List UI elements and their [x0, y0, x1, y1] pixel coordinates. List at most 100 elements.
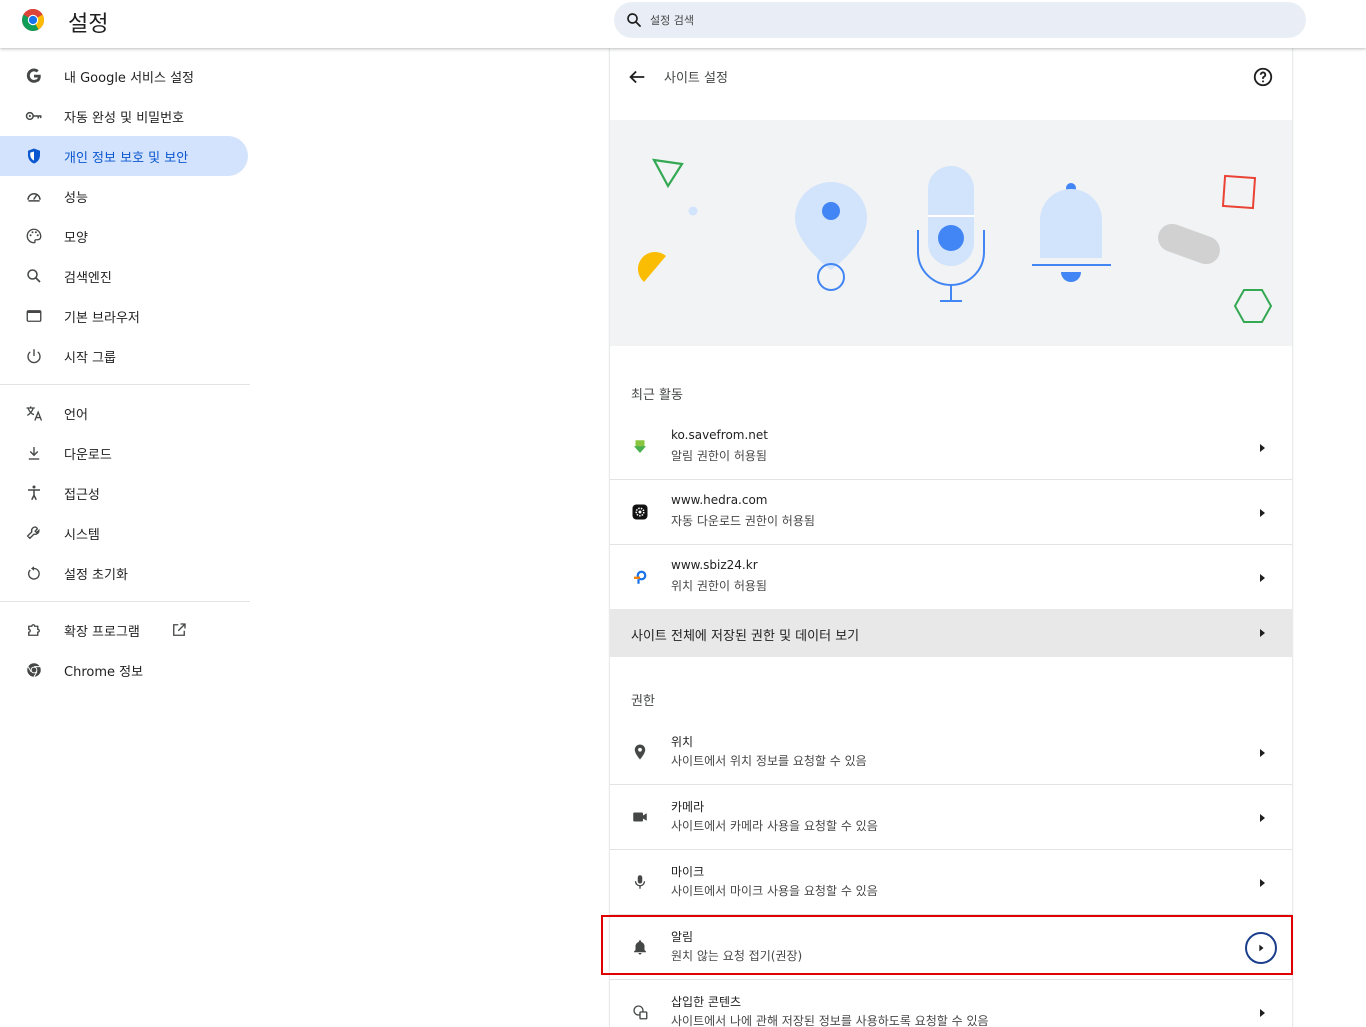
top-bar: 설정 — [0, 0, 1366, 48]
site-settings-card: 사이트 설정 최근 활동 ko.savefrom.net 알림 권한이 허용됨 … — [610, 48, 1292, 1027]
sidebar-nav: 내 Google 서비스 설정 자동 완성 및 비밀번호 개인 정보 보호 및 … — [0, 56, 256, 690]
sidebar-item-languages[interactable]: 언어 — [0, 393, 248, 433]
notifications-open-button[interactable] — [1245, 932, 1277, 964]
permission-name: 카메라 — [671, 800, 705, 814]
permission-row-microphone[interactable]: 마이크 사이트에서 마이크 사용을 요청할 수 있음 — [610, 850, 1292, 915]
open-in-new-icon — [173, 623, 186, 636]
hedra-favicon-icon — [630, 502, 650, 522]
wrench-icon — [24, 523, 44, 543]
arrow-right-icon — [1260, 444, 1265, 452]
sidebar-divider — [0, 384, 250, 385]
sbiz24-favicon-icon — [630, 567, 650, 587]
chrome-logo-icon — [22, 9, 44, 31]
sidebar-item-label: 언어 — [64, 407, 88, 423]
sidebar-item-label: 검색엔진 — [64, 270, 112, 286]
illustration-graphic — [637, 158, 1273, 323]
arrow-right-icon — [1260, 574, 1265, 582]
permission-row-notifications[interactable]: 알림 원치 않는 요청 접기(권장) — [610, 915, 1292, 980]
sidebar-item-performance[interactable]: 성능 — [0, 176, 248, 216]
help-icon[interactable] — [1252, 66, 1274, 88]
sidebar-item-on-startup[interactable]: 시작 그룹 — [0, 336, 248, 376]
puzzle-icon — [24, 620, 44, 640]
recent-site-row[interactable]: ko.savefrom.net 알림 권한이 허용됨 — [610, 415, 1292, 480]
arrow-right-icon — [1260, 509, 1265, 517]
view-all-site-data-button[interactable]: 사이트 전체에 저장된 권한 및 데이터 보기 — [610, 609, 1292, 657]
embedded-content-icon — [630, 1002, 650, 1022]
savefrom-favicon-icon — [630, 437, 650, 457]
chrome-icon — [24, 660, 44, 680]
permission-row-camera[interactable]: 카메라 사이트에서 카메라 사용을 요청할 수 있음 — [610, 785, 1292, 850]
palette-icon — [24, 226, 44, 246]
sidebar-item-about-chrome[interactable]: Chrome 정보 — [0, 650, 248, 690]
sidebar-item-label: 내 Google 서비스 설정 — [64, 70, 194, 86]
back-arrow-icon[interactable] — [626, 66, 648, 88]
reset-icon — [24, 563, 44, 583]
sidebar-item-label: 시스템 — [64, 527, 100, 543]
app-title: 설정 — [68, 12, 109, 37]
sidebar-item-search-engine[interactable]: 검색엔진 — [0, 256, 248, 296]
sidebar-item-label: 기본 브라우저 — [64, 310, 140, 326]
key-icon — [24, 106, 44, 126]
sidebar-item-label: 모양 — [64, 230, 88, 246]
arrow-right-icon — [1260, 1009, 1265, 1017]
settings-search[interactable] — [614, 2, 1306, 38]
sidebar-item-label: 확장 프로그램 — [64, 624, 140, 640]
recent-site-name: www.hedra.com — [671, 493, 768, 507]
permission-detail: 사이트에서 카메라 사용을 요청할 수 있음 — [671, 819, 878, 833]
sidebar-item-reset-settings[interactable]: 설정 초기화 — [0, 553, 248, 593]
sidebar-item-privacy-security[interactable]: 개인 정보 보호 및 보안 — [0, 136, 248, 176]
search-input[interactable] — [648, 10, 1248, 30]
permissions-heading: 권한 — [631, 694, 655, 709]
sidebar-item-label: Chrome 정보 — [64, 664, 144, 680]
sidebar-item-label: 접근성 — [64, 487, 100, 503]
recent-site-detail: 알림 권한이 허용됨 — [671, 449, 767, 463]
sidebar-item-google-services[interactable]: 내 Google 서비스 설정 — [0, 56, 248, 96]
shield-icon — [24, 146, 44, 166]
arrow-right-icon — [1260, 629, 1265, 637]
bell-icon — [630, 937, 650, 957]
sidebar-item-accessibility[interactable]: 접근성 — [0, 473, 248, 513]
sidebar-item-autofill[interactable]: 자동 완성 및 비밀번호 — [0, 96, 248, 136]
recent-site-row[interactable]: www.hedra.com 자동 다운로드 권한이 허용됨 — [610, 480, 1292, 545]
recent-site-name: ko.savefrom.net — [671, 428, 768, 442]
sidebar-item-default-browser[interactable]: 기본 브라우저 — [0, 296, 248, 336]
recent-site-name: www.sbiz24.kr — [671, 558, 758, 572]
permission-name: 알림 — [671, 930, 694, 944]
permission-row-embedded-content[interactable]: 삽입한 콘텐츠 사이트에서 나에 관해 저장된 정보를 사용하도록 요청할 수 … — [610, 980, 1292, 1027]
google-g-icon — [24, 66, 44, 86]
permission-detail: 원치 않는 요청 접기(권장) — [671, 949, 803, 963]
download-icon — [24, 443, 44, 463]
sidebar-item-label: 개인 정보 보호 및 보안 — [64, 150, 189, 166]
permission-detail: 사이트에서 위치 정보를 요청할 수 있음 — [671, 754, 867, 768]
sidebar-item-system[interactable]: 시스템 — [0, 513, 248, 553]
speedometer-icon — [24, 186, 44, 206]
recent-activity-heading: 최근 활동 — [631, 388, 683, 403]
permission-name: 위치 — [671, 735, 694, 749]
sidebar-item-label: 설정 초기화 — [64, 567, 128, 583]
accessibility-icon — [24, 483, 44, 503]
power-icon — [24, 346, 44, 366]
search-icon — [24, 266, 44, 286]
permission-name: 삽입한 콘텐츠 — [671, 995, 742, 1009]
sidebar-divider — [0, 601, 250, 602]
view-all-site-data-label: 사이트 전체에 저장된 권한 및 데이터 보기 — [631, 629, 860, 644]
search-icon — [627, 13, 641, 27]
page-title: 사이트 설정 — [664, 71, 728, 86]
sidebar-item-downloads[interactable]: 다운로드 — [0, 433, 248, 473]
sidebar-item-label: 자동 완성 및 비밀번호 — [64, 110, 185, 126]
permission-detail: 사이트에서 마이크 사용을 요청할 수 있음 — [671, 884, 878, 898]
recent-site-detail: 자동 다운로드 권한이 허용됨 — [671, 514, 815, 528]
arrow-right-icon — [1260, 879, 1265, 887]
sidebar-item-appearance[interactable]: 모양 — [0, 216, 248, 256]
recent-site-row[interactable]: www.sbiz24.kr 위치 권한이 허용됨 — [610, 545, 1292, 610]
microphone-icon — [630, 872, 650, 892]
arrow-right-icon — [1260, 749, 1265, 757]
permission-row-location[interactable]: 위치 사이트에서 위치 정보를 요청할 수 있음 — [610, 720, 1292, 785]
sidebar-item-extensions[interactable]: 확장 프로그램 — [0, 610, 248, 650]
site-settings-illustration — [610, 120, 1292, 346]
sidebar-item-label: 성능 — [64, 190, 88, 206]
page-header: 사이트 설정 — [610, 48, 1292, 118]
arrow-right-icon — [1260, 814, 1265, 822]
translate-icon — [24, 403, 44, 423]
recent-site-detail: 위치 권한이 허용됨 — [671, 579, 767, 593]
